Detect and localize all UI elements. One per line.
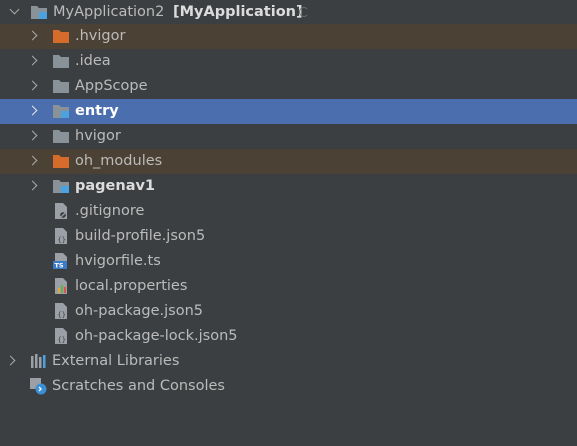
tree-item-label: entry: [75, 103, 119, 119]
root-module-name: [MyApplication]: [173, 4, 303, 20]
root-project-name: MyApplication2: [53, 4, 165, 20]
folder-icon: [53, 55, 69, 68]
tree-row-oh-modules[interactable]: oh_modules: [0, 149, 577, 174]
scratches-icon: [30, 378, 47, 395]
svg-text:{}: {}: [58, 311, 66, 319]
tree-item-label: .idea: [75, 53, 111, 69]
loading-icon: [299, 7, 309, 17]
tree-row-oh-package[interactable]: {} oh-package.json5: [0, 299, 577, 324]
module-folder-icon: [53, 180, 69, 193]
tree-row-gitignore[interactable]: .gitignore: [0, 199, 577, 224]
tree-item-label: oh-package.json5: [75, 303, 203, 319]
tree-item-label: oh-package-lock.json5: [75, 328, 238, 344]
module-folder-icon: [53, 105, 69, 118]
tree-item-label: build-profile.json5: [75, 228, 206, 244]
tree-item-label: AppScope: [75, 78, 148, 94]
gitignore-file-icon: [55, 203, 68, 220]
tree-item-label: hvigor: [75, 128, 121, 144]
chevron-down-icon[interactable]: [9, 4, 20, 15]
chevron-right-icon[interactable]: [5, 355, 16, 366]
tree-item-label: local.properties: [75, 278, 188, 294]
excluded-folder-icon: [53, 30, 69, 43]
properties-file-icon: [55, 278, 67, 294]
tree-row-idea[interactable]: .idea: [0, 49, 577, 74]
tree-row-hvigorfile[interactable]: TS hvigorfile.ts: [0, 249, 577, 274]
folder-icon: [53, 130, 69, 143]
tree-item-label: oh_modules: [75, 153, 163, 169]
tree-row-pagenav1[interactable]: pagenav1: [0, 174, 577, 199]
tree-item-label: .hvigor: [75, 28, 126, 44]
tree-row-appscope[interactable]: AppScope: [0, 74, 577, 99]
excluded-folder-icon: [53, 155, 69, 168]
chevron-right-icon[interactable]: [27, 130, 38, 141]
tree-item-label: External Libraries: [52, 353, 180, 369]
tree-row-external-libraries[interactable]: External Libraries: [0, 349, 577, 374]
tree-item-label: .gitignore: [75, 203, 145, 219]
typescript-file-icon: TS: [53, 253, 67, 270]
chevron-right-icon[interactable]: [27, 180, 38, 191]
json-file-icon: {}: [55, 328, 67, 344]
chevron-right-icon[interactable]: [27, 55, 38, 66]
folder-icon: [53, 80, 69, 93]
json-file-icon: {}: [55, 228, 67, 244]
tree-row-hvigor[interactable]: hvigor: [0, 124, 577, 149]
chevron-right-icon[interactable]: [27, 155, 38, 166]
tree-row-scratches[interactable]: Scratches and Consoles: [0, 374, 577, 399]
svg-text:{}: {}: [58, 236, 66, 244]
json-file-icon: {}: [55, 303, 67, 319]
tree-row-local-properties[interactable]: local.properties: [0, 274, 577, 299]
chevron-right-icon[interactable]: [27, 30, 38, 41]
tree-item-label: hvigorfile.ts: [75, 253, 161, 269]
chevron-right-icon[interactable]: [27, 80, 38, 91]
tree-row-hvigor-hidden[interactable]: .hvigor: [0, 24, 577, 49]
svg-text:{}: {}: [58, 336, 66, 344]
tree-item-label: pagenav1: [75, 178, 156, 194]
tree-row-root[interactable]: MyApplication2 [MyApplication]: [0, 0, 577, 25]
tree-row-oh-package-lock[interactable]: {} oh-package-lock.json5: [0, 324, 577, 349]
tree-item-label: Scratches and Consoles: [52, 378, 225, 394]
external-libraries-icon: [31, 354, 46, 368]
svg-text:TS: TS: [55, 262, 64, 270]
tree-row-entry[interactable]: entry: [0, 99, 577, 124]
module-folder-icon: [31, 6, 47, 19]
tree-row-build-profile[interactable]: {} build-profile.json5: [0, 224, 577, 249]
chevron-right-icon[interactable]: [27, 105, 38, 116]
